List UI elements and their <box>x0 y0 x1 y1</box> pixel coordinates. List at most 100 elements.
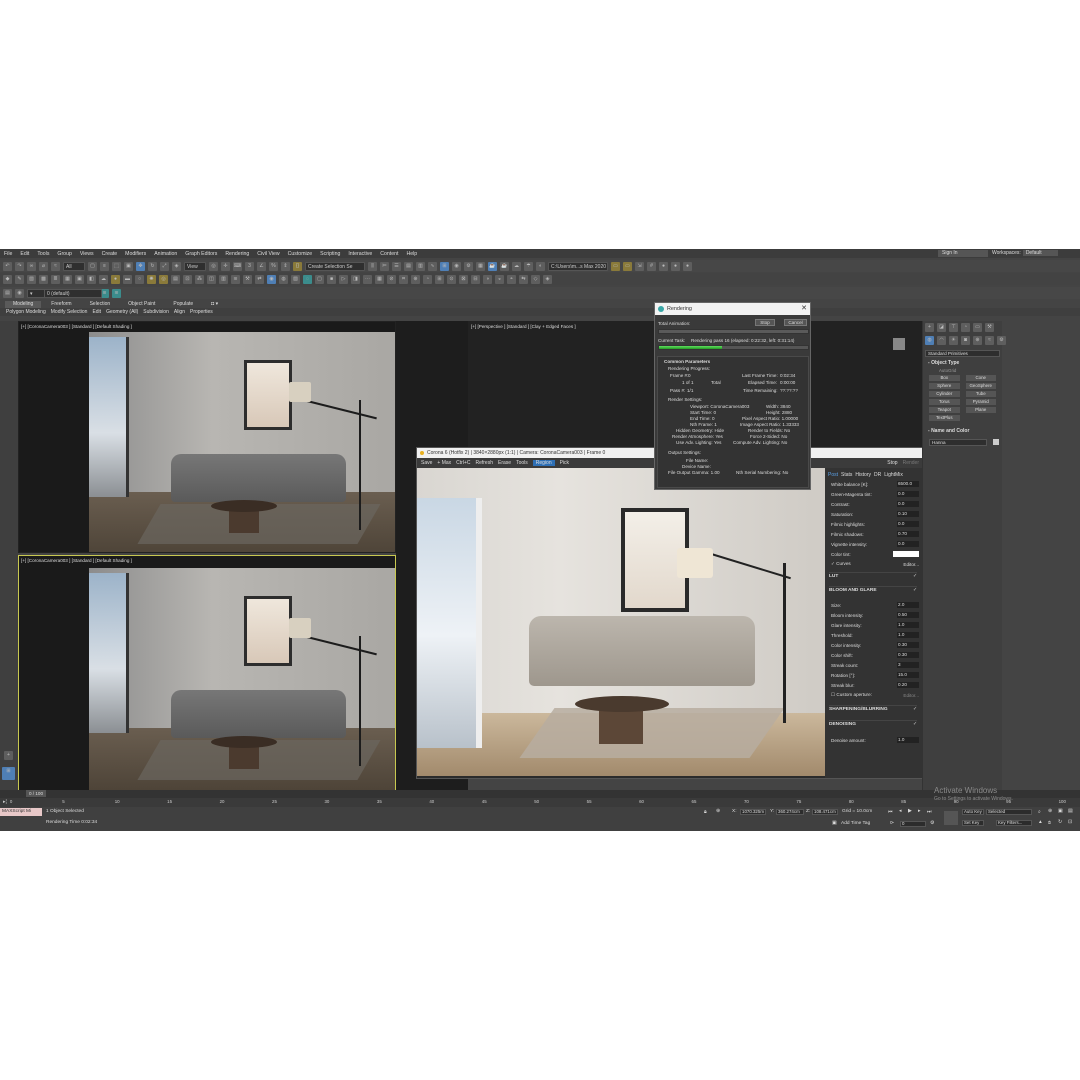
time-slider-thumb[interactable]: 0 / 100 <box>26 790 46 797</box>
spinner-snap-icon[interactable]: ⇕ <box>281 261 290 271</box>
sphere-icon[interactable]: ○ <box>135 274 144 284</box>
shapes-icon[interactable]: ◠ <box>937 336 946 345</box>
y-coord-field[interactable]: 360.274cm <box>776 809 804 815</box>
corona-shadow-icon[interactable]: ◓ <box>507 274 516 284</box>
current-layer-field[interactable]: 0 (default) <box>44 289 102 298</box>
pyramid-button[interactable]: Pyramid <box>965 399 996 405</box>
ribbon-subdivision[interactable]: Subdivision <box>141 308 171 316</box>
box-button[interactable]: Box <box>929 375 960 381</box>
corona-scatter-icon[interactable]: ⋯ <box>363 274 372 284</box>
goto-end-icon[interactable]: ⏭ <box>927 809 931 815</box>
toggle-scene-explorer-icon[interactable]: ☰ <box>392 261 401 271</box>
object-name-field[interactable]: Hanna <box>929 439 987 446</box>
grid-snap-icon[interactable]: # <box>647 261 656 271</box>
time-slider-track[interactable] <box>0 790 1080 798</box>
layer-manager-icon[interactable]: ▤ <box>3 288 12 298</box>
align-icon[interactable]: ⊨ <box>380 261 389 271</box>
selection-filter-dropdown[interactable]: All <box>63 261 85 271</box>
plane-button[interactable]: Plane <box>965 407 996 413</box>
post-value-field[interactable]: 0.0 <box>897 541 919 547</box>
section-sharpening[interactable]: SHARPENING/BLURRING <box>829 705 917 714</box>
bloom-value-field[interactable]: 3 <box>897 662 919 668</box>
layout-grid-icon[interactable]: ⊞ <box>2 767 15 780</box>
post-value-field[interactable]: 0.0 <box>897 521 919 527</box>
menu-views[interactable]: Views <box>76 251 98 257</box>
cameras-icon[interactable]: ◙ <box>961 336 970 345</box>
next-frame-icon[interactable]: ▸ <box>918 809 920 814</box>
menu-customize[interactable]: Customize <box>284 251 317 257</box>
sphere-gray-icon-3[interactable]: ● <box>683 261 692 271</box>
cone-button[interactable]: Cone <box>965 375 996 381</box>
menu-rendering[interactable]: Rendering <box>221 251 253 257</box>
vfb-erase-button[interactable]: Erase <box>498 460 511 466</box>
corona-multi-icon[interactable]: ⊟ <box>471 274 480 284</box>
corona-sky-icon[interactable]: ◑ <box>483 274 492 284</box>
display-tab-icon[interactable]: ▭ <box>973 323 982 332</box>
ribbon-tab-selection[interactable]: Selection <box>82 301 119 308</box>
corona-cam-icon[interactable]: ◨ <box>351 274 360 284</box>
aperture-editor-button[interactable]: Editor... <box>903 693 919 698</box>
menu-animation[interactable]: Animation <box>150 251 181 257</box>
menu-modifiers[interactable]: Modifiers <box>121 251 150 257</box>
render-frame-icon[interactable]: ▨ <box>27 274 36 284</box>
corona-slicer-icon[interactable]: ⊘ <box>387 274 396 284</box>
ribbon-modify-selection[interactable]: Modify Selection <box>49 308 90 316</box>
play-icon[interactable]: ▶ <box>908 809 912 814</box>
sphere-gray-icon-2[interactable]: ● <box>671 261 680 271</box>
key-mode-icon[interactable]: ⊳ <box>890 821 894 826</box>
corona-vfb-icon[interactable]: ▢ <box>315 274 324 284</box>
primitives-dropdown[interactable]: Standard Primitives <box>925 350 1000 357</box>
menu-help[interactable]: Help <box>402 251 421 257</box>
vfb-refresh-button[interactable]: Refresh <box>475 460 493 466</box>
render-setup-icon[interactable]: ⚙ <box>464 261 473 271</box>
absolute-mode-icon[interactable]: ⊕ <box>716 809 720 814</box>
vfb-copy-button[interactable]: Ctrl+C <box>456 460 470 466</box>
bloom-value-field[interactable]: 0.50 <box>897 612 919 618</box>
vfb-tab-dr[interactable]: DR <box>874 472 881 480</box>
vfb-pick-button[interactable]: Pick <box>560 460 569 466</box>
panel-icon[interactable]: ▣ <box>75 274 84 284</box>
scale-icon[interactable]: ⤢ <box>160 261 169 271</box>
z-coord-field[interactable]: 108.471cm <box>812 809 838 815</box>
viewport-top-left[interactable]: [+] [CoronaCamera003 ] [Standard ] [Defa… <box>18 321 396 553</box>
fov-icon[interactable]: ▲ <box>1038 820 1043 825</box>
cloud-icon[interactable]: ☁ <box>99 274 108 284</box>
utilities-tab-icon[interactable]: ⚒ <box>985 323 994 332</box>
pause-button[interactable]: Stop <box>755 319 775 326</box>
paint-icon[interactable]: ✎ <box>15 274 24 284</box>
sphere-gray-icon[interactable]: ● <box>659 261 668 271</box>
viewcube-icon[interactable] <box>893 338 905 350</box>
goto-start-icon[interactable]: ⏮ <box>888 809 892 815</box>
sign-in-button[interactable]: Sign In <box>938 250 988 257</box>
textplus-button[interactable]: TextPlus <box>929 415 960 421</box>
viewport-layout-icon[interactable]: + <box>4 751 13 760</box>
workspace-value[interactable]: Default <box>1022 250 1058 256</box>
project-path-field[interactable]: C:\Users\m...s Max 2020 <box>548 261 608 271</box>
denoise-value-field[interactable]: 1.0 <box>897 737 919 743</box>
unlink-icon[interactable]: ⌀ <box>39 261 48 271</box>
ribbon-properties[interactable]: Properties <box>188 308 215 316</box>
render-shade-icon[interactable]: ☂ <box>524 261 533 271</box>
link-icon[interactable]: ∞ <box>27 261 36 271</box>
corona-mix-icon[interactable]: ⊠ <box>459 274 468 284</box>
prev-frame-icon[interactable]: ◂ <box>899 809 901 814</box>
vfb-tab-stats[interactable]: Stats <box>841 472 852 480</box>
rendered-image[interactable] <box>417 468 825 776</box>
volume-icon[interactable]: ▥ <box>219 274 228 284</box>
proxy-icon[interactable]: ▤ <box>171 274 180 284</box>
vfb-tab-lightmix[interactable]: LightMix <box>884 472 903 480</box>
add-time-tag-label[interactable]: Add Time Tag <box>841 821 870 826</box>
pan-icon[interactable]: ✋︎ <box>1048 820 1051 826</box>
mirror-icon[interactable]: ⫼ <box>368 261 377 271</box>
project-folder-icon[interactable]: ▭ <box>611 261 620 271</box>
geosphere-button[interactable]: GeoSphere <box>965 383 996 389</box>
scene-icon[interactable]: ▩ <box>39 274 48 284</box>
ribbon-align[interactable]: Align <box>172 308 187 316</box>
close-icon[interactable]: ✕ <box>801 303 807 315</box>
grid-icon[interactable]: ▦ <box>63 274 72 284</box>
menu-interactive[interactable]: Interactive <box>344 251 376 257</box>
helpers-icon[interactable]: ⊕ <box>973 336 982 345</box>
redo-icon[interactable]: ↷ <box>15 261 24 271</box>
rotate-icon[interactable]: ↻ <box>148 261 157 271</box>
time-tag-icon[interactable]: ▣ <box>832 821 837 826</box>
